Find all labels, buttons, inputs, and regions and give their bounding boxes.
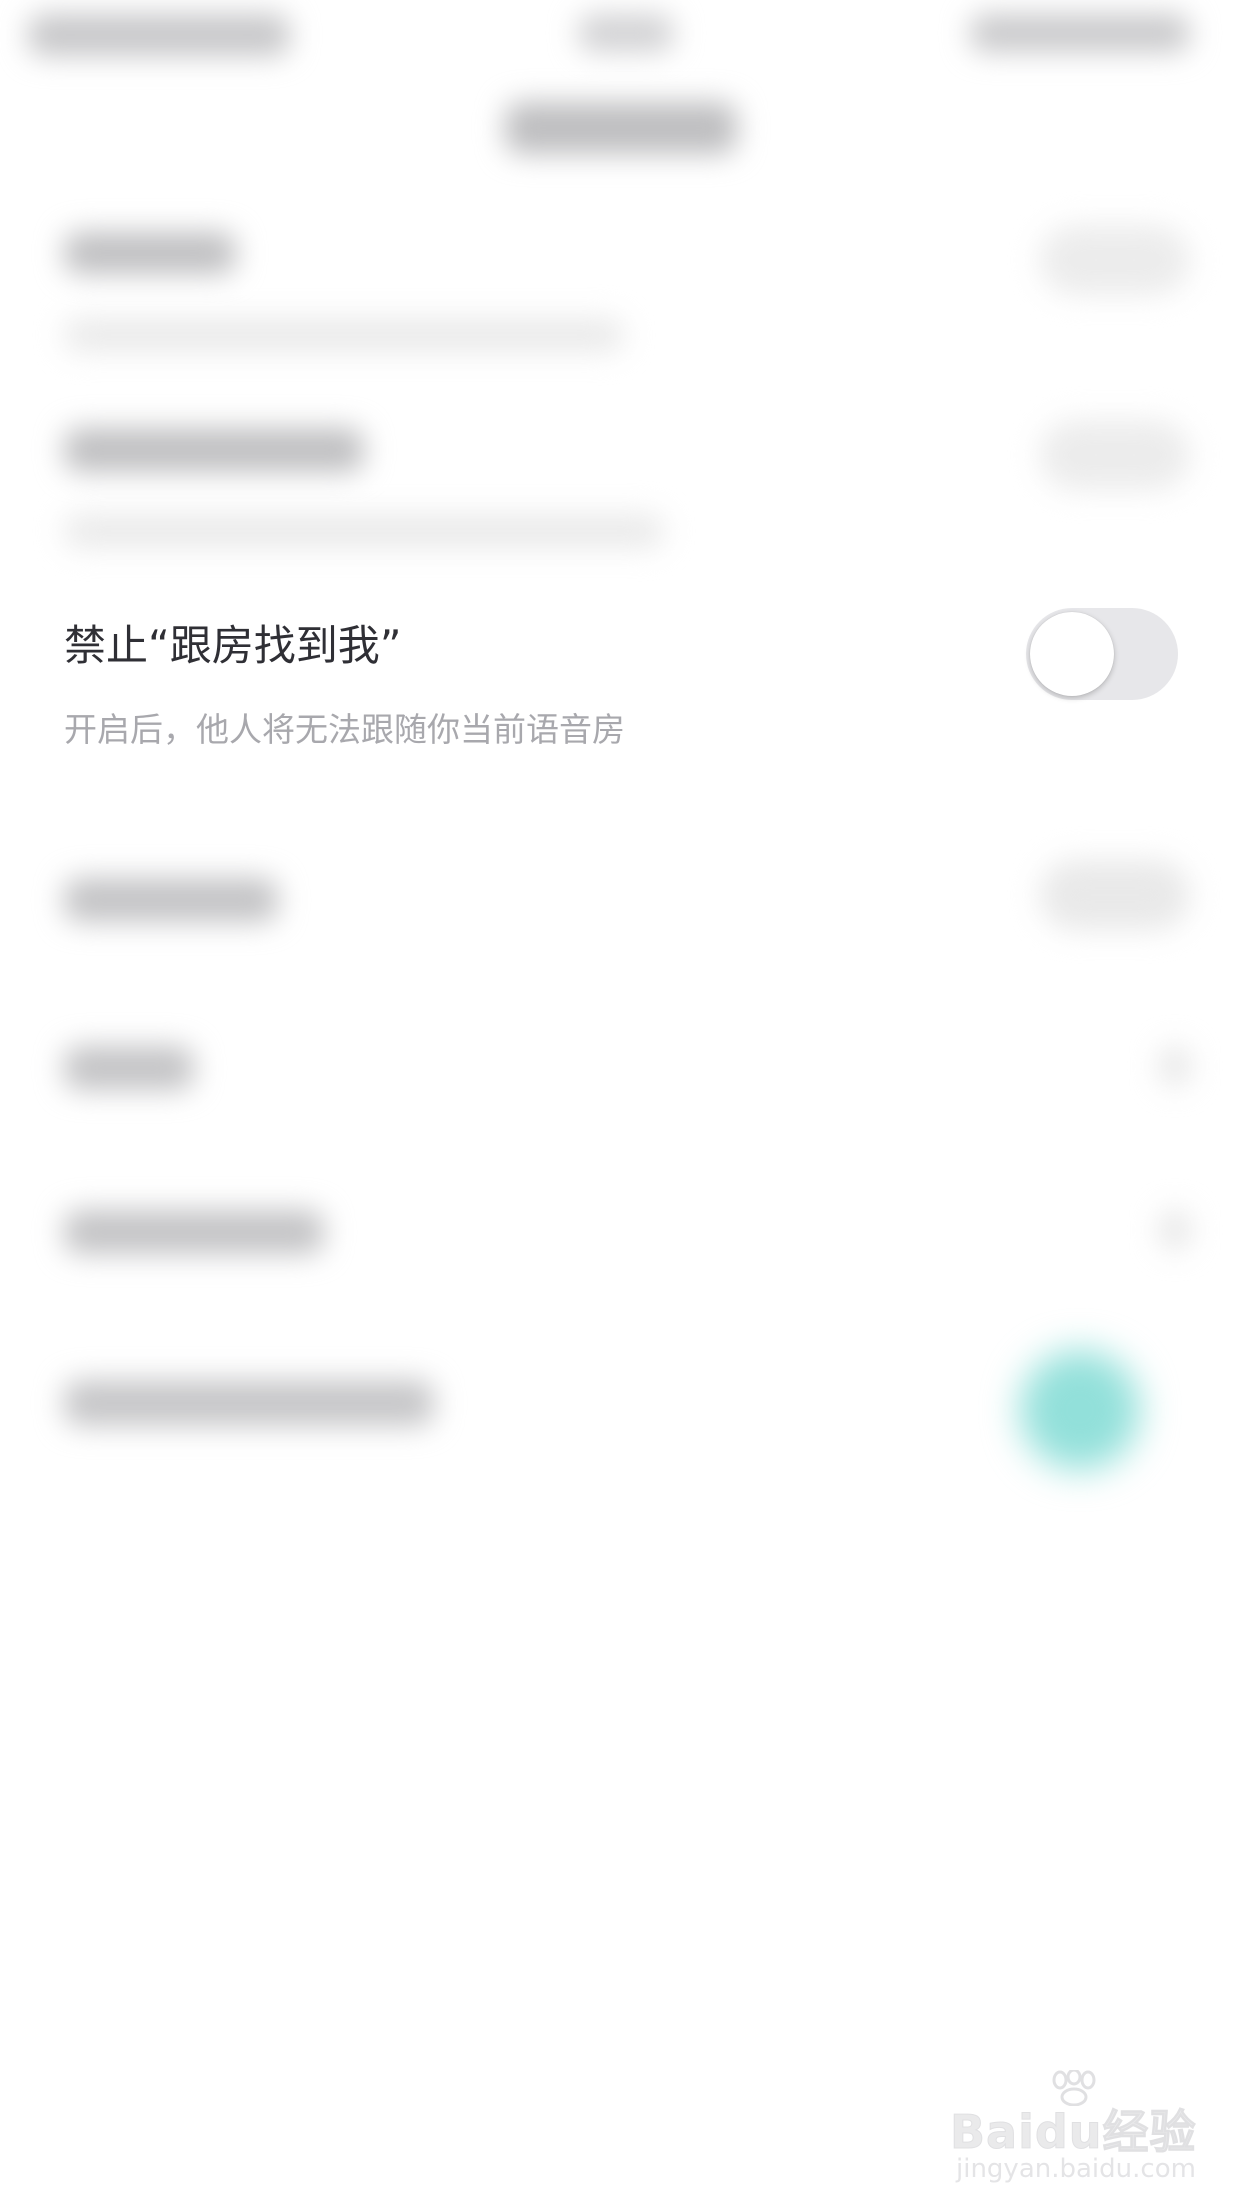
status-bar-right-blurred	[970, 14, 1190, 52]
blurred-toggle[interactable]	[1040, 860, 1190, 930]
status-bar-left-blurred	[28, 14, 290, 56]
status-bar-center-blurred	[578, 14, 674, 52]
blurred-setting-description	[64, 514, 664, 548]
setting-description: 开启后，他人将无法跟随你当前语音房	[64, 710, 625, 749]
nav-title-blurred	[505, 102, 737, 154]
setting-row-disable-follow-room: 禁止“跟房找到我” 开启后，他人将无法跟随你当前语音房	[0, 600, 1242, 780]
blurred-chevron-right-icon[interactable]	[1160, 1210, 1190, 1250]
blurred-setting-title	[64, 1210, 324, 1254]
blurred-setting-title	[64, 1046, 194, 1090]
blurred-setting-title	[64, 878, 278, 922]
watermark-url: jingyan.baidu.com	[956, 2154, 1196, 2184]
blurred-teal-toggle[interactable]	[1020, 1350, 1140, 1470]
blurred-setting-title	[64, 232, 236, 274]
blurred-toggle[interactable]	[1040, 225, 1190, 295]
baidu-jingyan-watermark: Baidu经验 jingyan.baidu.com	[950, 2070, 1196, 2190]
blurred-chevron-right-icon[interactable]	[1160, 1046, 1190, 1086]
blurred-setting-title	[64, 428, 364, 472]
watermark-brand: Baidu经验	[950, 2105, 1197, 2160]
disable-follow-room-toggle[interactable]	[1026, 608, 1178, 700]
blurred-setting-title	[64, 1380, 434, 1426]
blurred-setting-description	[64, 318, 624, 352]
toggle-knob	[1030, 612, 1114, 696]
settings-screen: 禁止“跟房找到我” 开启后，他人将无法跟随你当前语音房 Baidu经验 jing…	[0, 0, 1242, 2208]
blurred-toggle[interactable]	[1040, 420, 1190, 490]
setting-title: 禁止“跟房找到我”	[64, 621, 402, 670]
